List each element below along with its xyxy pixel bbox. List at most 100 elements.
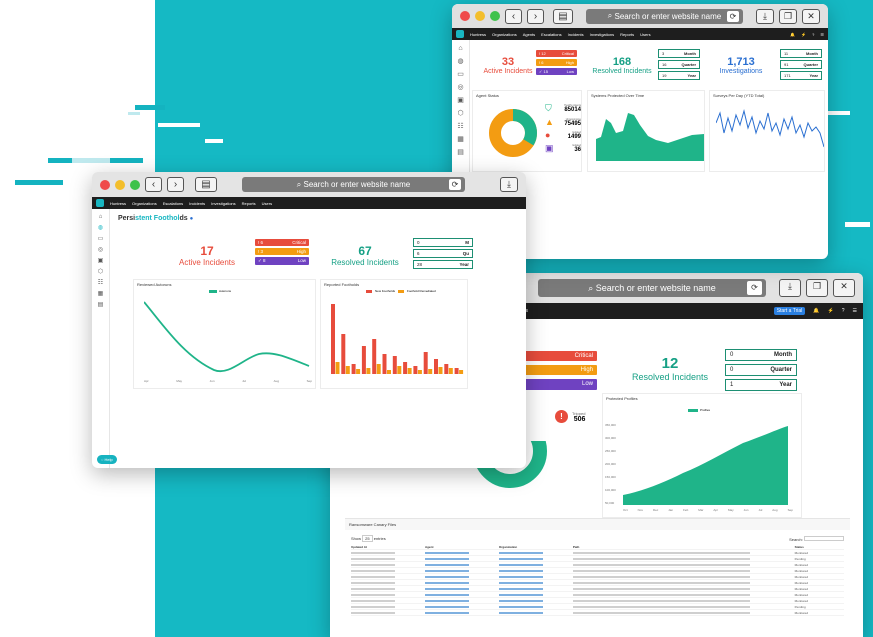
help-icon[interactable]: ?	[812, 32, 814, 37]
active-incidents[interactable]: 17 Active Incidents	[162, 244, 252, 267]
chart-icon[interactable]: ▦	[98, 290, 104, 297]
period-year[interactable]: 19 Year	[658, 71, 700, 80]
shield-icon[interactable]: ⬡	[98, 268, 103, 275]
close-dot[interactable]	[100, 179, 110, 190]
column-header[interactable]: Status	[795, 545, 844, 549]
period-month[interactable]: 0 Month	[725, 349, 797, 361]
nav-investigations[interactable]: Investigations	[590, 32, 614, 37]
forward-icon[interactable]: ›	[527, 8, 544, 24]
nav-incidents[interactable]: Incidents	[568, 32, 584, 37]
column-header[interactable]: Organization	[499, 545, 573, 549]
nav-organizations[interactable]: Organizations	[132, 201, 157, 206]
reload-icon[interactable]: ⟳	[747, 281, 762, 295]
lock-icon[interactable]: ▣	[98, 257, 104, 264]
badge-high[interactable]: ! 3 High	[255, 248, 309, 255]
period-year[interactable]: 171 Year	[780, 71, 822, 80]
bell-icon[interactable]: 🔔	[790, 32, 795, 37]
period-quarter[interactable]: 0 Quarter	[725, 364, 797, 376]
nav-escalations[interactable]: Escalations	[541, 32, 561, 37]
sidebar-toggle-icon[interactable]: ▤	[553, 8, 573, 24]
nav-incidents[interactable]: Incidents	[189, 201, 205, 206]
period-year[interactable]: 1 Year	[725, 379, 797, 391]
resolved-incidents[interactable]: 67 Resolved Incidents	[325, 244, 405, 267]
target-icon[interactable]: ◎	[98, 246, 103, 253]
maximize-dot[interactable]	[130, 179, 140, 190]
period-quarter[interactable]: 16 Quarter	[658, 60, 700, 69]
table-search-input[interactable]	[804, 536, 844, 541]
reload-icon[interactable]: ⟳	[727, 10, 739, 22]
nav-agents[interactable]: Agents	[523, 32, 535, 37]
start-trial-button[interactable]: Start a Trial	[773, 307, 806, 315]
info-icon[interactable]: ●	[190, 216, 194, 222]
lightning-icon[interactable]: ⚡	[828, 308, 834, 314]
reload-icon[interactable]: ⟳	[449, 179, 461, 190]
menu-icon[interactable]: ☰	[853, 308, 857, 314]
help-icon[interactable]: ?	[842, 308, 845, 314]
investigations[interactable]: 1,713 Investigations	[707, 56, 775, 75]
chart-icon[interactable]: ▦	[457, 135, 464, 143]
url-bar[interactable]: ⌕ Search or enter website name ⟳	[242, 177, 465, 192]
minimize-dot[interactable]	[475, 11, 485, 21]
download-icon[interactable]: ⤓	[756, 8, 774, 24]
resolved-incidents[interactable]: 12 Resolved Incidents	[620, 355, 720, 382]
docs-icon[interactable]: ▤	[457, 148, 464, 156]
period-month[interactable]: 11 Month	[780, 49, 822, 58]
period-year[interactable]: 28 Year	[413, 260, 473, 269]
shield-icon[interactable]: ⬡	[457, 109, 463, 117]
active-incidents[interactable]: 33 Active Incidents	[478, 56, 538, 75]
help-button[interactable]: ◌ Help	[97, 455, 117, 464]
bell-icon[interactable]: 🔔	[813, 308, 819, 314]
column-header[interactable]: Path	[573, 545, 795, 549]
period-quarter[interactable]: 91 Quarter	[780, 60, 822, 69]
lightning-icon[interactable]: ⚡	[801, 32, 806, 37]
nav-escalations[interactable]: Escalations	[163, 201, 183, 206]
column-header[interactable]: Updated At	[351, 545, 425, 549]
nav-investigations[interactable]: Investigations	[211, 201, 235, 206]
nav-brand[interactable]: Huntress	[110, 201, 126, 206]
nav-users[interactable]: Users	[262, 201, 272, 206]
table-row[interactable]: Monitored	[351, 610, 844, 616]
download-icon[interactable]: ⤓	[779, 279, 801, 297]
back-icon[interactable]: ‹	[145, 177, 162, 192]
close-dot[interactable]	[460, 11, 470, 21]
nav-brand[interactable]: Huntress	[470, 32, 486, 37]
monitor-icon[interactable]: ▭	[457, 70, 464, 78]
download-icon[interactable]: ⤓	[500, 177, 518, 192]
globe-icon[interactable]: ◍	[457, 57, 463, 65]
url-bar[interactable]: ⌕ Search or enter website name ⟳	[586, 8, 743, 24]
home-icon[interactable]: ⌂	[99, 214, 103, 220]
users-icon[interactable]: ☷	[98, 279, 103, 286]
docs-icon[interactable]: ▤	[98, 301, 104, 308]
users-icon[interactable]: ☷	[457, 122, 463, 130]
badge-high[interactable]: ! 6 High	[536, 59, 577, 66]
target-icon[interactable]: ◎	[457, 83, 463, 91]
nav-reports[interactable]: Reports	[242, 201, 256, 206]
badge-critical[interactable]: ! 6 Critical	[255, 239, 309, 246]
minimize-dot[interactable]	[115, 179, 125, 190]
sidebar-toggle-icon[interactable]: ▤	[195, 177, 217, 192]
lock-icon[interactable]: ▣	[457, 96, 464, 104]
globe-icon[interactable]: ◍	[98, 224, 103, 231]
badge-low[interactable]: ✓ 15 Low	[536, 68, 577, 75]
home-icon[interactable]: ⌂	[458, 45, 462, 52]
tabs-icon[interactable]: ❐	[806, 279, 828, 297]
period-month[interactable]: 0M	[413, 238, 473, 247]
nav-users[interactable]: Users	[640, 32, 650, 37]
menu-icon[interactable]: ☰	[820, 32, 824, 37]
url-bar[interactable]: ⌕ Search or enter website name ⟳	[538, 279, 766, 297]
close-icon[interactable]: ✕	[833, 279, 855, 297]
maximize-dot[interactable]	[490, 11, 500, 21]
period-month[interactable]: 3 Month	[658, 49, 700, 58]
column-header[interactable]: Agent	[425, 545, 499, 549]
forward-icon[interactable]: ›	[167, 177, 184, 192]
period-quarter[interactable]: 6 Qu	[413, 249, 473, 258]
nav-organizations[interactable]: Organizations	[492, 32, 517, 37]
nav-reports[interactable]: Reports	[620, 32, 634, 37]
monitor-icon[interactable]: ▭	[98, 235, 104, 242]
badge-low[interactable]: ✓ 8 Low	[255, 257, 309, 265]
tabs-icon[interactable]: ❐	[779, 8, 797, 24]
badge-critical[interactable]: ! 12 Critical	[536, 50, 577, 57]
back-icon[interactable]: ‹	[505, 8, 522, 24]
entries-select[interactable]: 25	[362, 535, 373, 542]
resolved-incidents[interactable]: 168 Resolved Incidents	[587, 56, 657, 75]
